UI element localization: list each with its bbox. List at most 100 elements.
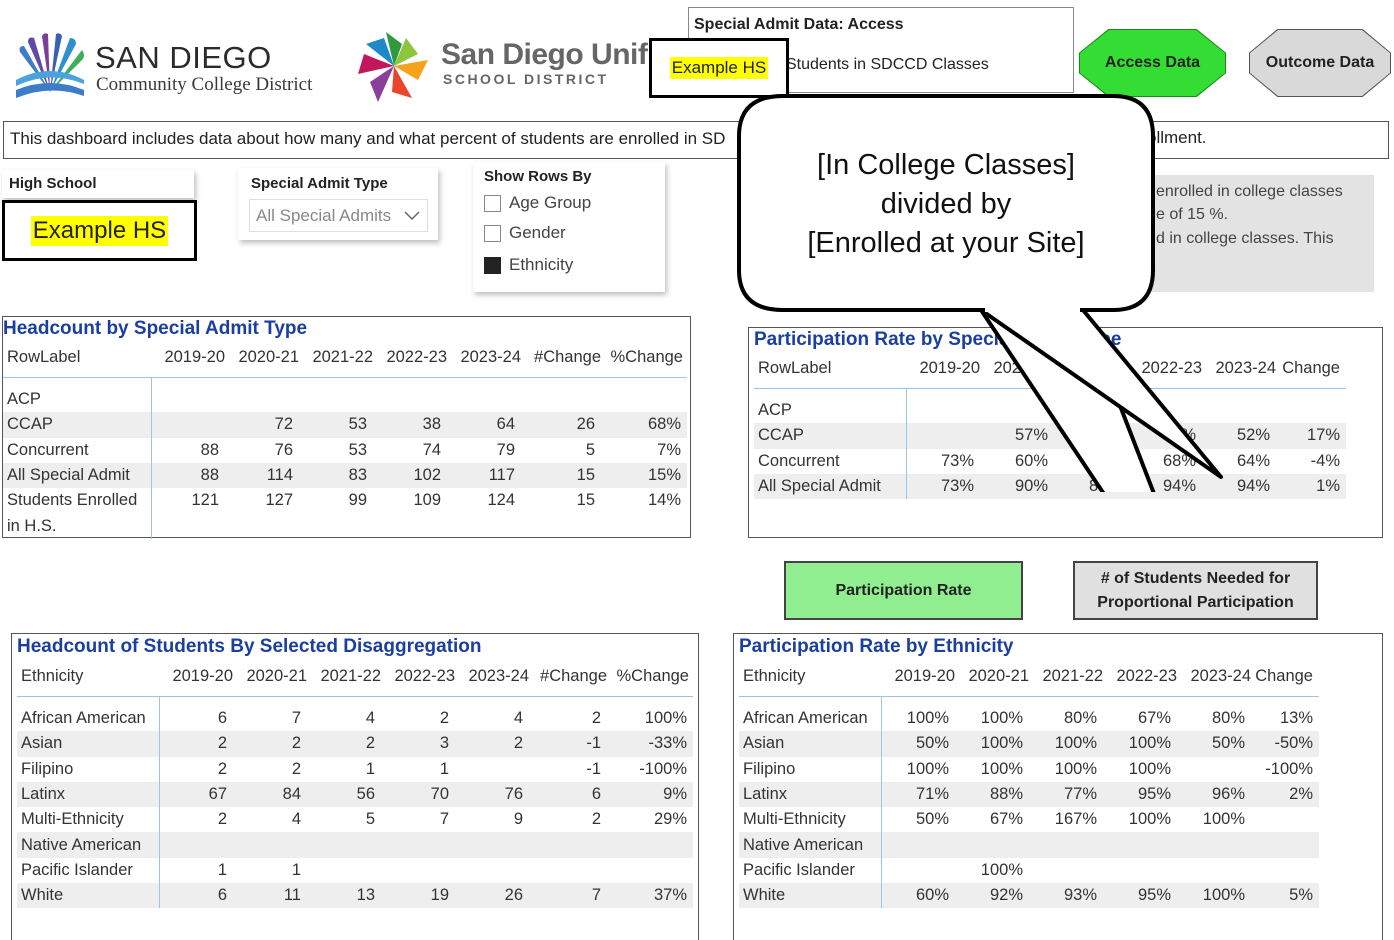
column-header: #Change (521, 339, 601, 378)
table-row: Pacific Islander 1 1 (17, 857, 693, 884)
table-cell: 100% (1029, 731, 1103, 757)
students-needed-line-2: Proportional Participation (1097, 593, 1294, 611)
table-row: Asian 2 2 2 3 2 -1 -33% (17, 731, 693, 757)
table-cell: 11 (233, 883, 307, 909)
table-cell: 15% (601, 462, 687, 489)
table-row: CCAP 72 53 38 64 26 68% (3, 412, 687, 438)
option-gender[interactable]: Gender (484, 223, 566, 243)
column-header: 2020-21 (225, 339, 299, 378)
column-header: 2022-23 (1103, 658, 1177, 697)
checkbox-age-group[interactable] (484, 194, 501, 212)
table-cell: 53 (348, 440, 367, 459)
column-header: 2019-20 (881, 658, 955, 697)
chevron-down-icon (404, 210, 420, 220)
table-cell: 80% (1063, 709, 1097, 728)
table-cell: 13% (1279, 709, 1313, 728)
option-ethnicity[interactable]: Ethnicity (484, 255, 573, 275)
option-age-group-label: Age Group (509, 193, 592, 212)
table-row: Students Enrolled 121 127 99 109 124 15 … (3, 488, 687, 514)
checkbox-ethnicity[interactable] (484, 256, 501, 274)
special-admit-dropdown[interactable]: All Special Admits (249, 199, 428, 232)
table-cell: 2 (233, 731, 307, 757)
table-cell: -50% (1251, 731, 1319, 757)
table-cell (607, 832, 693, 858)
outcome-data-button[interactable]: Outcome Data (1250, 30, 1390, 96)
row-label: Native American (17, 832, 160, 858)
participation-rate-button[interactable]: Participation Rate (784, 561, 1023, 620)
column-header: 2021-22 (307, 658, 381, 697)
row-label: Filipino (739, 756, 882, 782)
table-cell: 26 (521, 412, 601, 438)
table-cell (529, 858, 607, 883)
sdccd-subtitle: Community College District (96, 74, 313, 95)
row-label: in H.S. (3, 513, 152, 539)
table-cell: 95% (1103, 781, 1177, 808)
table-cell (159, 832, 233, 858)
column-header: %Change (607, 658, 693, 697)
table-cell: 100% (1128, 759, 1171, 778)
row-label: Latinx (17, 781, 160, 808)
row-label: CCAP (3, 412, 152, 438)
column-header: #Change (529, 658, 607, 697)
table-cell (955, 832, 1029, 858)
high-school-selector[interactable]: Example HS (2, 200, 197, 261)
table-cell (299, 387, 373, 412)
table-cell: 76 (455, 781, 529, 808)
option-age-group[interactable]: Age Group (484, 193, 591, 213)
table-row: Multi-Ethnicity 2 4 5 7 9 2 29% (17, 807, 693, 833)
table-cell (381, 858, 455, 883)
show-rows-slicer: Show Rows By Age Group Gender Ethnicity (473, 162, 665, 292)
table-cell: 38 (373, 412, 447, 438)
column-header: 2019-20 (159, 658, 233, 697)
table-cell: 100% (906, 709, 949, 728)
table-cell (307, 858, 381, 883)
table-cell (1029, 832, 1103, 858)
table-header-row: Ethnicity 2019-20 2020-21 2021-22 2022-2… (17, 658, 693, 697)
table-cell: 17% (1276, 423, 1346, 449)
table-cell (381, 832, 455, 858)
table-cell: -1 (529, 731, 607, 757)
table-cell: 88 (151, 462, 225, 489)
column-header: 2020-21 (233, 658, 307, 697)
table-cell: 56 (307, 781, 381, 808)
row-label: Native American (739, 832, 882, 858)
table-row: All Special Admit 88 114 83 102 117 15 1… (3, 462, 687, 489)
description-text: This dashboard includes data about how m… (10, 129, 726, 148)
row-label: White (17, 883, 160, 909)
table-cell: 6 (217, 709, 227, 728)
table-cell: 19 (381, 883, 455, 909)
access-data-button[interactable]: Access Data (1080, 30, 1225, 96)
example-hs-overlay: Example HS (649, 38, 789, 98)
table-cell: 71% (881, 781, 955, 808)
table-row: African American 100% 100% 80% 67% 80% 1… (739, 706, 1319, 732)
column-header: 2019-20 (151, 339, 225, 378)
checkbox-gender[interactable] (484, 224, 501, 242)
table-cell (881, 832, 955, 858)
table-cell: -4% (1310, 451, 1340, 470)
table-cell: 95% (1103, 883, 1177, 909)
table-cell: -100% (639, 759, 687, 778)
table-cell: -1 (586, 759, 601, 778)
students-needed-button[interactable]: # of Students Needed for Proportional Pa… (1073, 561, 1318, 620)
special-admit-value: All Special Admits (256, 205, 392, 225)
table-row: African American 6 7 4 2 4 2 100% (17, 706, 693, 732)
table-cell: 7 (529, 883, 607, 909)
table-cell (1276, 398, 1346, 423)
column-header: 2023-24 (447, 339, 521, 378)
column-header: Ethnicity (739, 658, 881, 697)
table-header-row: Ethnicity 2019-20 2020-21 2021-22 2022-2… (739, 658, 1319, 697)
table-row: Multi-Ethnicity 50% 67% 167% 100% 100% (739, 807, 1319, 833)
row-label: Multi-Ethnicity (739, 807, 882, 833)
table-cell: 29% (653, 810, 687, 829)
table-cell: 53 (299, 412, 373, 438)
row-label: Latinx (739, 781, 882, 808)
table-row: Filipino 100% 100% 100% 100% -100% (739, 756, 1319, 782)
table-cell (1251, 832, 1319, 858)
table-cell: 2 (217, 759, 227, 778)
table-cell: 96% (1177, 781, 1251, 808)
table-cell: 7% (657, 440, 681, 459)
table-cell: 64 (447, 412, 521, 438)
row-label: Asian (17, 731, 160, 757)
headcount-type-panel: Headcount by Special Admit Type RowLabel… (2, 316, 691, 539)
column-header: 2021-22 (299, 339, 373, 378)
